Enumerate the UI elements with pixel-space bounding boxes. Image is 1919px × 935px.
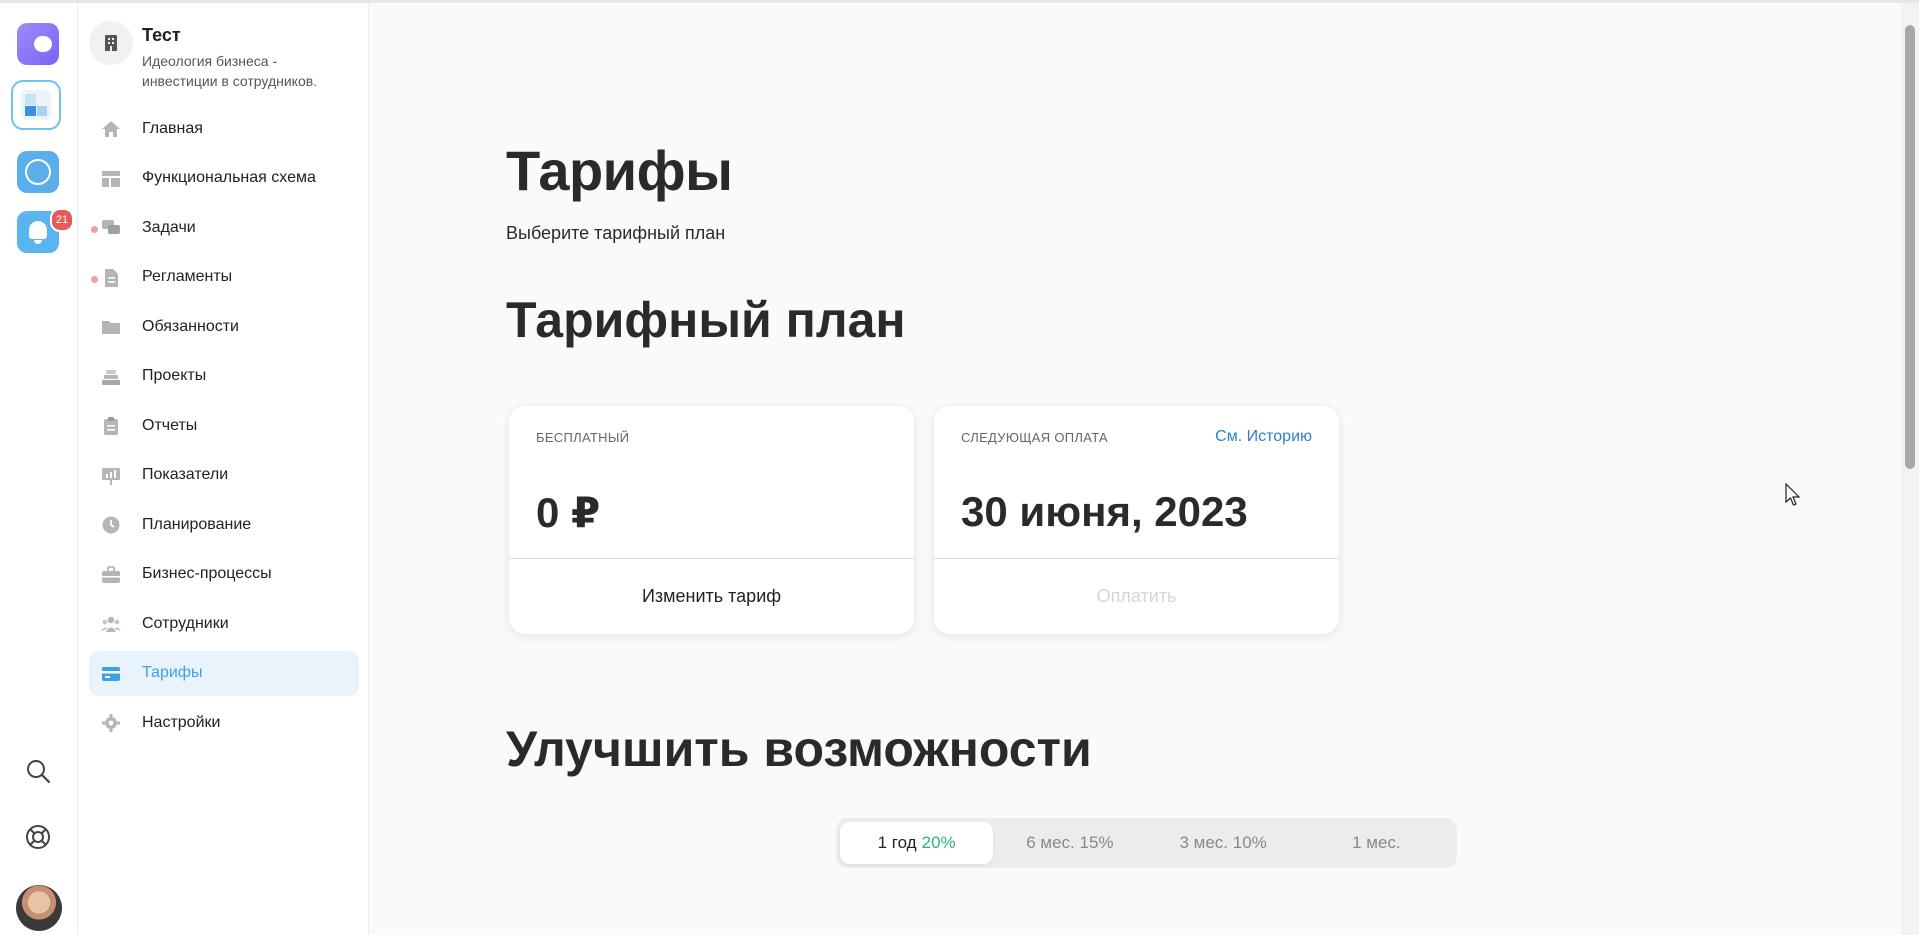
- sidebar-item-tasks[interactable]: Задачи: [89, 205, 359, 250]
- plan-price: 0 ₽: [536, 489, 601, 536]
- pay-button[interactable]: Оплатить: [934, 559, 1339, 634]
- user-avatar[interactable]: [16, 885, 62, 931]
- unread-dot: [91, 275, 98, 283]
- main-content: Тарифы Выберите тарифный план Тарифный п…: [369, 3, 1899, 935]
- sidebar-item-label: Тарифы: [142, 664, 203, 681]
- period-label: 1 год: [877, 833, 917, 852]
- sidebar-item-indicators[interactable]: Показатели: [89, 453, 359, 498]
- payment-history-link[interactable]: См. Историю: [1215, 428, 1312, 446]
- sidebar-item-label: Бизнес-процессы: [142, 565, 272, 582]
- sidebar-item-planning[interactable]: Планирование: [89, 502, 359, 547]
- page-subtitle: Выберите тарифный план: [506, 223, 726, 243]
- chart-icon: [102, 467, 120, 485]
- sidebar-item-label: Функциональная схема: [142, 169, 316, 186]
- sidebar-item-label: Задачи: [142, 218, 196, 236]
- app-workspace-icon[interactable]: [11, 80, 61, 130]
- gear-icon: [102, 714, 120, 732]
- clock-icon: [102, 516, 120, 534]
- period-option-6-months[interactable]: 6 мес. 15%: [993, 822, 1146, 864]
- sidebar-item-functional-scheme[interactable]: Функциональная схема: [89, 156, 359, 201]
- period-discount: 20%: [921, 833, 956, 852]
- search-icon[interactable]: [24, 757, 52, 785]
- stack-icon: [102, 369, 120, 385]
- next-payment-date: 30 июня, 2023: [961, 488, 1248, 535]
- sidebar-item-label: Регламенты: [142, 268, 233, 285]
- sidebar-item-label: Проекты: [142, 367, 207, 384]
- sidebar-item-label: Обязанности: [142, 317, 239, 335]
- sidebar: Тест Идеология бизнеса - инвестиции в со…: [78, 3, 369, 935]
- layout-icon: [102, 170, 120, 187]
- sidebar-item-business-processes[interactable]: Бизнес-процессы: [89, 552, 359, 597]
- upgrade-section-title: Улучшить возможности: [506, 721, 1092, 777]
- next-payment-card: СЛЕДУЮЩАЯ ОПЛАТА См. Историю 30 июня, 20…: [934, 406, 1339, 634]
- period-option-1-year[interactable]: 1 год 20%: [840, 822, 994, 864]
- sidebar-nav: Главная Функциональная схема Задачи Регл…: [89, 106, 359, 750]
- support-lifebuoy-icon[interactable]: [24, 823, 52, 851]
- mouse-cursor-icon: [1785, 483, 1801, 506]
- sidebar-item-label: Отчеты: [142, 416, 198, 434]
- sidebar-item-tariffs[interactable]: Тарифы: [89, 650, 359, 696]
- sidebar-item-regulations[interactable]: Регламенты: [89, 255, 359, 300]
- plan-name-caption: БЕСПЛАТНЫЙ: [536, 430, 630, 445]
- briefcase-icon: [102, 565, 120, 583]
- period-option-3-months[interactable]: 3 мес. 10%: [1147, 822, 1300, 864]
- sidebar-item-label: Сотрудники: [142, 614, 229, 632]
- sidebar-item-duties[interactable]: Обязанности: [89, 304, 359, 349]
- organization-description: Идеология бизнеса - инвестиции в сотрудн…: [142, 53, 318, 89]
- sidebar-item-home[interactable]: Главная: [89, 106, 359, 151]
- folder-icon: [102, 321, 120, 334]
- sidebar-item-label: Настройки: [142, 713, 221, 731]
- sidebar-item-reports[interactable]: Отчеты: [89, 403, 359, 448]
- plan-section-title: Тарифный план: [506, 292, 906, 348]
- billing-period-selector: 1 год 20% 6 мес. 15% 3 мес. 10% 1 мес.: [836, 818, 1457, 868]
- organization-name[interactable]: Тест: [142, 25, 181, 46]
- sidebar-item-label: Показатели: [142, 466, 229, 483]
- document-icon: [105, 268, 118, 287]
- home-icon: [102, 121, 120, 137]
- app-toggle-icon[interactable]: [17, 23, 59, 65]
- unread-dot: [91, 226, 98, 233]
- people-icon: [101, 616, 121, 632]
- sidebar-item-label: Главная: [142, 119, 203, 137]
- sidebar-item-settings[interactable]: Настройки: [89, 700, 359, 745]
- chat-icon: [102, 220, 120, 234]
- period-option-1-month[interactable]: 1 мес.: [1300, 822, 1453, 864]
- card-icon: [102, 666, 120, 681]
- current-plan-card: БЕСПЛАТНЫЙ 0 ₽ Изменить тариф: [509, 406, 914, 634]
- organization-building-icon[interactable]: [89, 21, 133, 65]
- page-title: Тарифы: [506, 139, 733, 202]
- app-rail: 21: [0, 3, 78, 935]
- sidebar-item-label: Планирование: [142, 515, 252, 533]
- notifications-badge: 21: [50, 208, 74, 232]
- sidebar-item-projects[interactable]: Проекты: [89, 354, 359, 399]
- clipboard-icon: [104, 417, 118, 435]
- sidebar-item-employees[interactable]: Сотрудники: [89, 601, 359, 646]
- next-payment-caption: СЛЕДУЮЩАЯ ОПЛАТА: [961, 430, 1108, 445]
- scrollbar-thumb[interactable]: [1905, 25, 1915, 469]
- change-plan-button[interactable]: Изменить тариф: [509, 559, 914, 634]
- app-network-icon[interactable]: [17, 151, 59, 193]
